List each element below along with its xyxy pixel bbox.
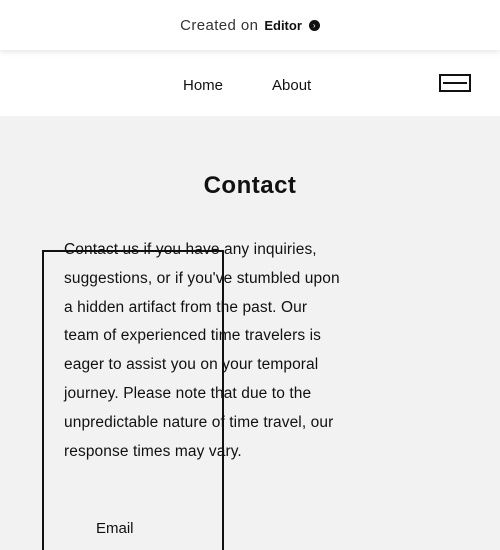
email-label: Email [96, 520, 134, 537]
created-on-text: Created on [180, 16, 259, 34]
menu-icon [443, 82, 467, 84]
nav-link-home[interactable]: Home [183, 77, 223, 94]
menu-button[interactable] [439, 74, 471, 92]
nav-link-about[interactable]: About [272, 77, 311, 94]
editor-logo[interactable]: Editor [264, 18, 302, 33]
contact-description: Contact us if you have any inquiries, su… [64, 241, 340, 460]
page-title: Contact [203, 172, 297, 199]
editor-banner[interactable]: Created on Editor › [0, 0, 500, 50]
chevron-right-icon[interactable]: › [308, 19, 320, 31]
banner-content: Created on Editor › [180, 17, 320, 34]
contact-section: Contact Contact us if you have any inqui… [0, 116, 500, 550]
navbar: Home About [0, 50, 500, 116]
